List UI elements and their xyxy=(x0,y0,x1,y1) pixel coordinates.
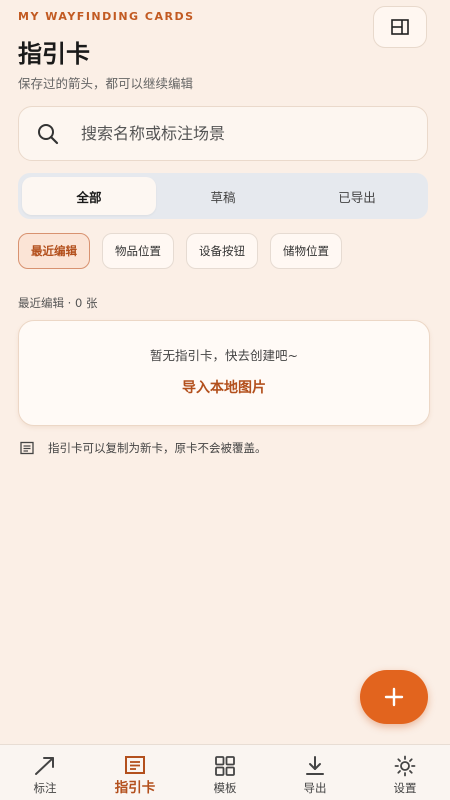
tip-text: 指引卡可以复制为新卡，原卡不会被覆盖。 xyxy=(48,441,267,455)
page-title: 指引卡 xyxy=(18,40,90,68)
chip-item-location[interactable]: 物品位置 xyxy=(102,233,174,269)
filter-tabs: 全部 草稿 已导出 xyxy=(18,173,428,219)
search-box[interactable] xyxy=(18,106,428,161)
chip-recent-edits[interactable]: 最近编辑 xyxy=(18,233,90,269)
nav-item-label: 模板 xyxy=(213,781,237,795)
arrow-icon xyxy=(35,757,54,775)
import-local-image-button[interactable]: 导入本地图片 xyxy=(19,377,429,397)
scene-chips: 最近编辑 物品位置 设备按钮 储物位置 xyxy=(18,233,342,269)
nav-item-settings[interactable]: 设置 xyxy=(360,745,450,800)
create-card-fab[interactable] xyxy=(360,670,428,724)
nav-item-label: 设置 xyxy=(393,781,417,795)
search-input[interactable] xyxy=(81,124,381,143)
nav-item-export[interactable]: 导出 xyxy=(270,745,360,800)
nav-item-label: 导出 xyxy=(303,781,327,795)
nav-item-templates[interactable]: 模板 xyxy=(180,745,270,800)
tab-exported[interactable]: 已导出 xyxy=(290,177,424,215)
bottom-nav: 标注 指引卡 模板 导出 设置 xyxy=(0,744,450,800)
grid-icon xyxy=(215,756,235,776)
empty-state-message: 暂无指引卡，快去创建吧~ xyxy=(150,348,298,363)
tab-drafts[interactable]: 草稿 xyxy=(156,177,290,215)
nav-item-label: 指引卡 xyxy=(114,780,156,796)
empty-state-card: 暂无指引卡，快去创建吧~ 导入本地图片 xyxy=(18,320,430,426)
plus-icon xyxy=(384,687,404,707)
download-icon xyxy=(306,756,324,775)
chip-device-button[interactable]: 设备按钮 xyxy=(186,233,258,269)
tab-all[interactable]: 全部 xyxy=(22,177,156,215)
card-count: 最近编辑 · 0 张 xyxy=(18,296,98,310)
nav-item-cards[interactable]: 指引卡 xyxy=(90,745,180,800)
tip-row: 指引卡可以复制为新卡，原卡不会被覆盖。 xyxy=(20,440,267,456)
layout-toggle-button[interactable] xyxy=(373,6,427,48)
nav-item-annotate[interactable]: 标注 xyxy=(0,745,90,800)
layout-grid-icon xyxy=(391,19,409,35)
page-subtitle: 保存过的箭头，都可以继续编辑 xyxy=(18,76,194,91)
note-icon xyxy=(20,441,34,455)
sun-gear-icon xyxy=(394,755,416,777)
nav-item-label: 标注 xyxy=(33,781,57,795)
chip-storage-location[interactable]: 储物位置 xyxy=(270,233,342,269)
card-icon xyxy=(125,756,145,774)
eyebrow-label: MY WAYFINDING CARDS xyxy=(18,10,195,23)
search-icon xyxy=(38,123,59,144)
